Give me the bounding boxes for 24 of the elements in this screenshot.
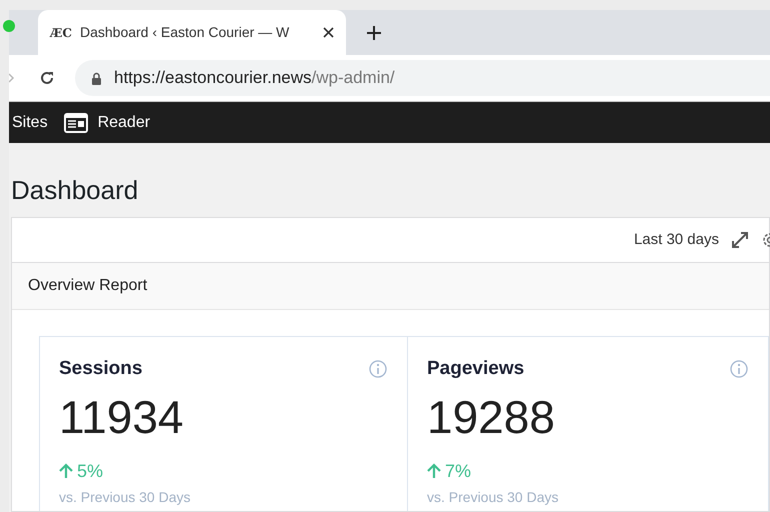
- page-title: Dashboard: [11, 174, 140, 207]
- admin-bar-link[interactable]: Reader: [64, 110, 150, 134]
- site-favicon: ÆC: [50, 24, 72, 42]
- close-icon[interactable]: [323, 27, 334, 38]
- stat-value: 19288: [427, 390, 556, 444]
- lock-icon: [91, 72, 102, 84]
- reload-icon[interactable]: [39, 70, 55, 86]
- new-tab-icon[interactable]: [366, 25, 382, 41]
- comparison-text: vs. Previous 30 Days: [59, 488, 192, 507]
- admin-bar-link[interactable]: Sites: [12, 110, 48, 134]
- change-percentage: 5%: [77, 460, 104, 482]
- report-title: Overview Report: [28, 276, 148, 296]
- url-text: https://eastoncourier.news/wp-admin/: [114, 67, 395, 90]
- address-bar[interactable]: https://eastoncourier.news/wp-admin/: [75, 60, 770, 96]
- stat-value: 11934: [59, 390, 185, 444]
- reader-icon: [64, 112, 88, 132]
- stat-label: Pageviews: [427, 357, 524, 381]
- comparison-text: vs. Previous 30 Days: [427, 488, 560, 507]
- stat-label: Sessions: [59, 357, 142, 381]
- date-range-label[interactable]: Last 30 days: [634, 228, 719, 252]
- browser-tab[interactable]: ÆC Dashboard ‹ Easton Courier — W: [38, 10, 346, 55]
- tab-title: Dashboard ‹ Easton Courier — W: [80, 23, 290, 42]
- change-percentage: 7%: [445, 460, 472, 482]
- expand-icon[interactable]: [731, 231, 749, 249]
